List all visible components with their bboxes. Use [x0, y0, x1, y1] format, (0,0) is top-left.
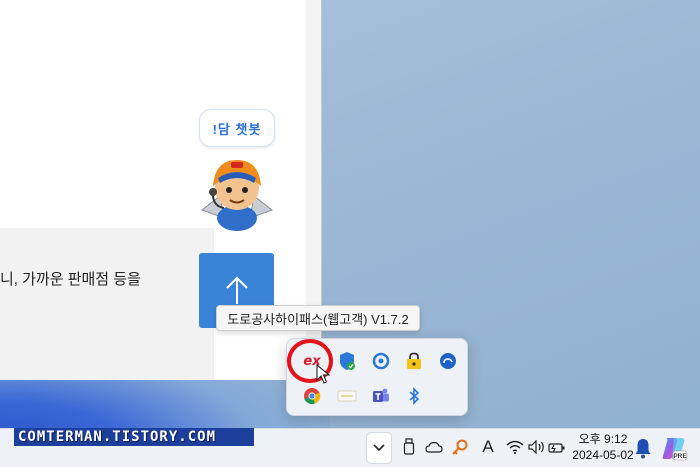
arrow-up-icon [225, 276, 248, 304]
key-icon[interactable] [447, 432, 473, 462]
copilot-icon[interactable]: PRE [660, 434, 688, 462]
onedrive-icon[interactable] [421, 432, 447, 462]
ime-indicator[interactable]: A [475, 432, 501, 462]
blank-app-icon[interactable] [334, 383, 360, 409]
taskbar-clock[interactable]: 오후 9:12 2024-05-02 [570, 431, 636, 465]
tray-tooltip: 도로공사하이패스(웹고객) V1.7.2 [216, 305, 420, 331]
mouse-cursor-icon [316, 364, 330, 384]
content-text: 니, 가까운 판매점 등을 [0, 271, 141, 288]
bluetooth-icon[interactable] [401, 383, 427, 409]
chatbot-label: !담 챗봇 [212, 121, 262, 137]
chatbot-bubble[interactable]: !담 챗봇 [199, 109, 275, 147]
copilot-badge: PRE [673, 453, 687, 460]
usb-icon[interactable] [396, 432, 422, 462]
battery-icon[interactable] [544, 432, 570, 462]
cloud-app-icon[interactable] [435, 348, 461, 374]
content-panel [0, 228, 214, 380]
tray-overflow-button[interactable] [366, 432, 392, 464]
tooltip-text: 도로공사하이패스(웹고객) V1.7.2 [227, 311, 409, 327]
chevron-down-icon [373, 444, 385, 452]
clock-date: 2024-05-02 [572, 448, 634, 462]
watermark: COMTERMAN.TISTORY.COM [14, 428, 254, 446]
lock-app-icon[interactable] [401, 348, 427, 374]
teams-icon[interactable] [368, 383, 394, 409]
notification-bell-icon[interactable] [634, 437, 652, 459]
mascot-icon[interactable] [194, 148, 280, 234]
circle-app-icon[interactable] [368, 348, 394, 374]
clock-time: 오후 9:12 [578, 432, 628, 446]
windows-security-icon[interactable] [334, 348, 360, 374]
chrome-icon[interactable] [299, 383, 325, 409]
